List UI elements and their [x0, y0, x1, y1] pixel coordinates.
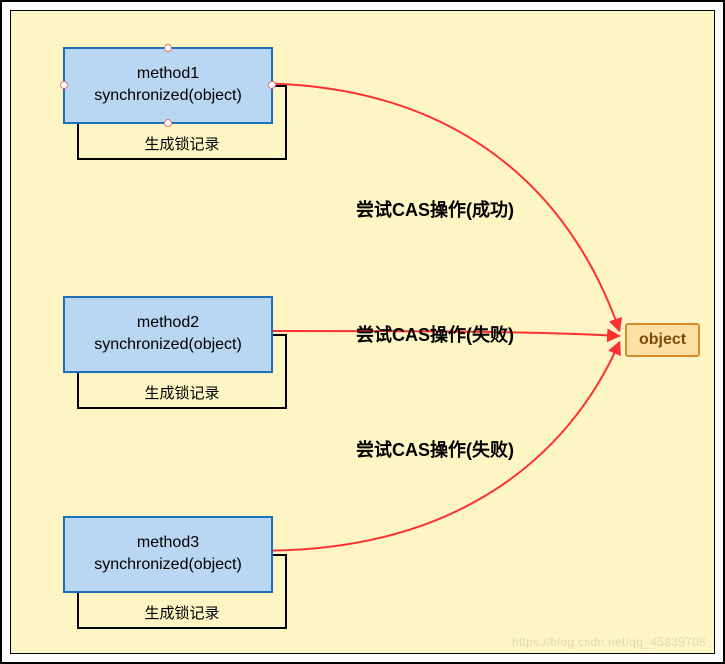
record-label-3: 生成锁记录 — [79, 602, 285, 623]
record-label-1: 生成锁记录 — [79, 133, 285, 154]
object-node: object — [625, 323, 700, 357]
edge-label-3: 尝试CAS操作(失败) — [356, 436, 514, 462]
method3-sync: synchronized(object) — [71, 554, 265, 576]
method2-name: method2 — [71, 312, 265, 334]
resize-handle-icon — [164, 44, 172, 52]
diagram-inner: 生成锁记录 method1 synchronized(object) 生成锁记录… — [10, 10, 715, 654]
resize-handle-icon — [164, 119, 172, 127]
watermark: https://blog.csdn.net/qq_45839708 — [512, 635, 706, 649]
method-block-2: 生成锁记录 method2 synchronized(object) — [63, 296, 273, 373]
object-label: object — [639, 331, 686, 348]
method-block-1: 生成锁记录 method1 synchronized(object) — [63, 47, 273, 124]
method-box-3: method3 synchronized(object) — [63, 516, 273, 593]
method-box-2: method2 synchronized(object) — [63, 296, 273, 373]
method1-sync: synchronized(object) — [71, 85, 265, 107]
edge-label-1: 尝试CAS操作(成功) — [356, 196, 514, 222]
method1-name: method1 — [71, 63, 265, 85]
method-box-1: method1 synchronized(object) — [63, 47, 273, 124]
record-label-2: 生成锁记录 — [79, 382, 285, 403]
resize-handle-icon — [60, 81, 68, 89]
method-block-3: 生成锁记录 method3 synchronized(object) — [63, 516, 273, 593]
edge-label-2: 尝试CAS操作(失败) — [356, 321, 514, 347]
diagram-canvas: 生成锁记录 method1 synchronized(object) 生成锁记录… — [0, 0, 725, 664]
method2-sync: synchronized(object) — [71, 334, 265, 356]
method3-name: method3 — [71, 532, 265, 554]
